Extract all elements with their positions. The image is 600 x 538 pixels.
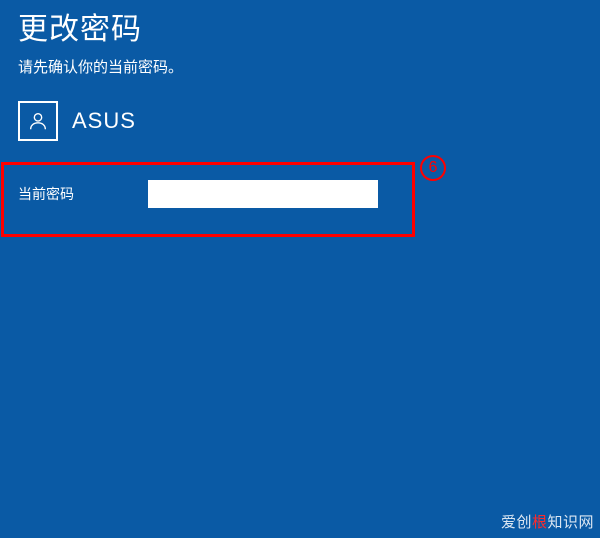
page-subtitle: 请先确认你的当前密码。 <box>18 56 582 77</box>
username-label: ASUS <box>72 108 136 134</box>
current-password-label: 当前密码 <box>18 184 148 204</box>
watermark-prefix: 爱创 <box>501 514 532 531</box>
current-password-input[interactable] <box>148 180 378 208</box>
current-password-row: 当前密码 <box>18 180 582 208</box>
person-icon <box>27 110 49 132</box>
watermark-suffix: 知识网 <box>547 514 594 531</box>
user-row: ASUS <box>18 101 582 141</box>
watermark: 爱创根知识网 <box>501 511 594 532</box>
avatar <box>18 101 58 141</box>
watermark-highlight: 根 <box>532 514 548 531</box>
page-title: 更改密码 <box>18 4 582 48</box>
